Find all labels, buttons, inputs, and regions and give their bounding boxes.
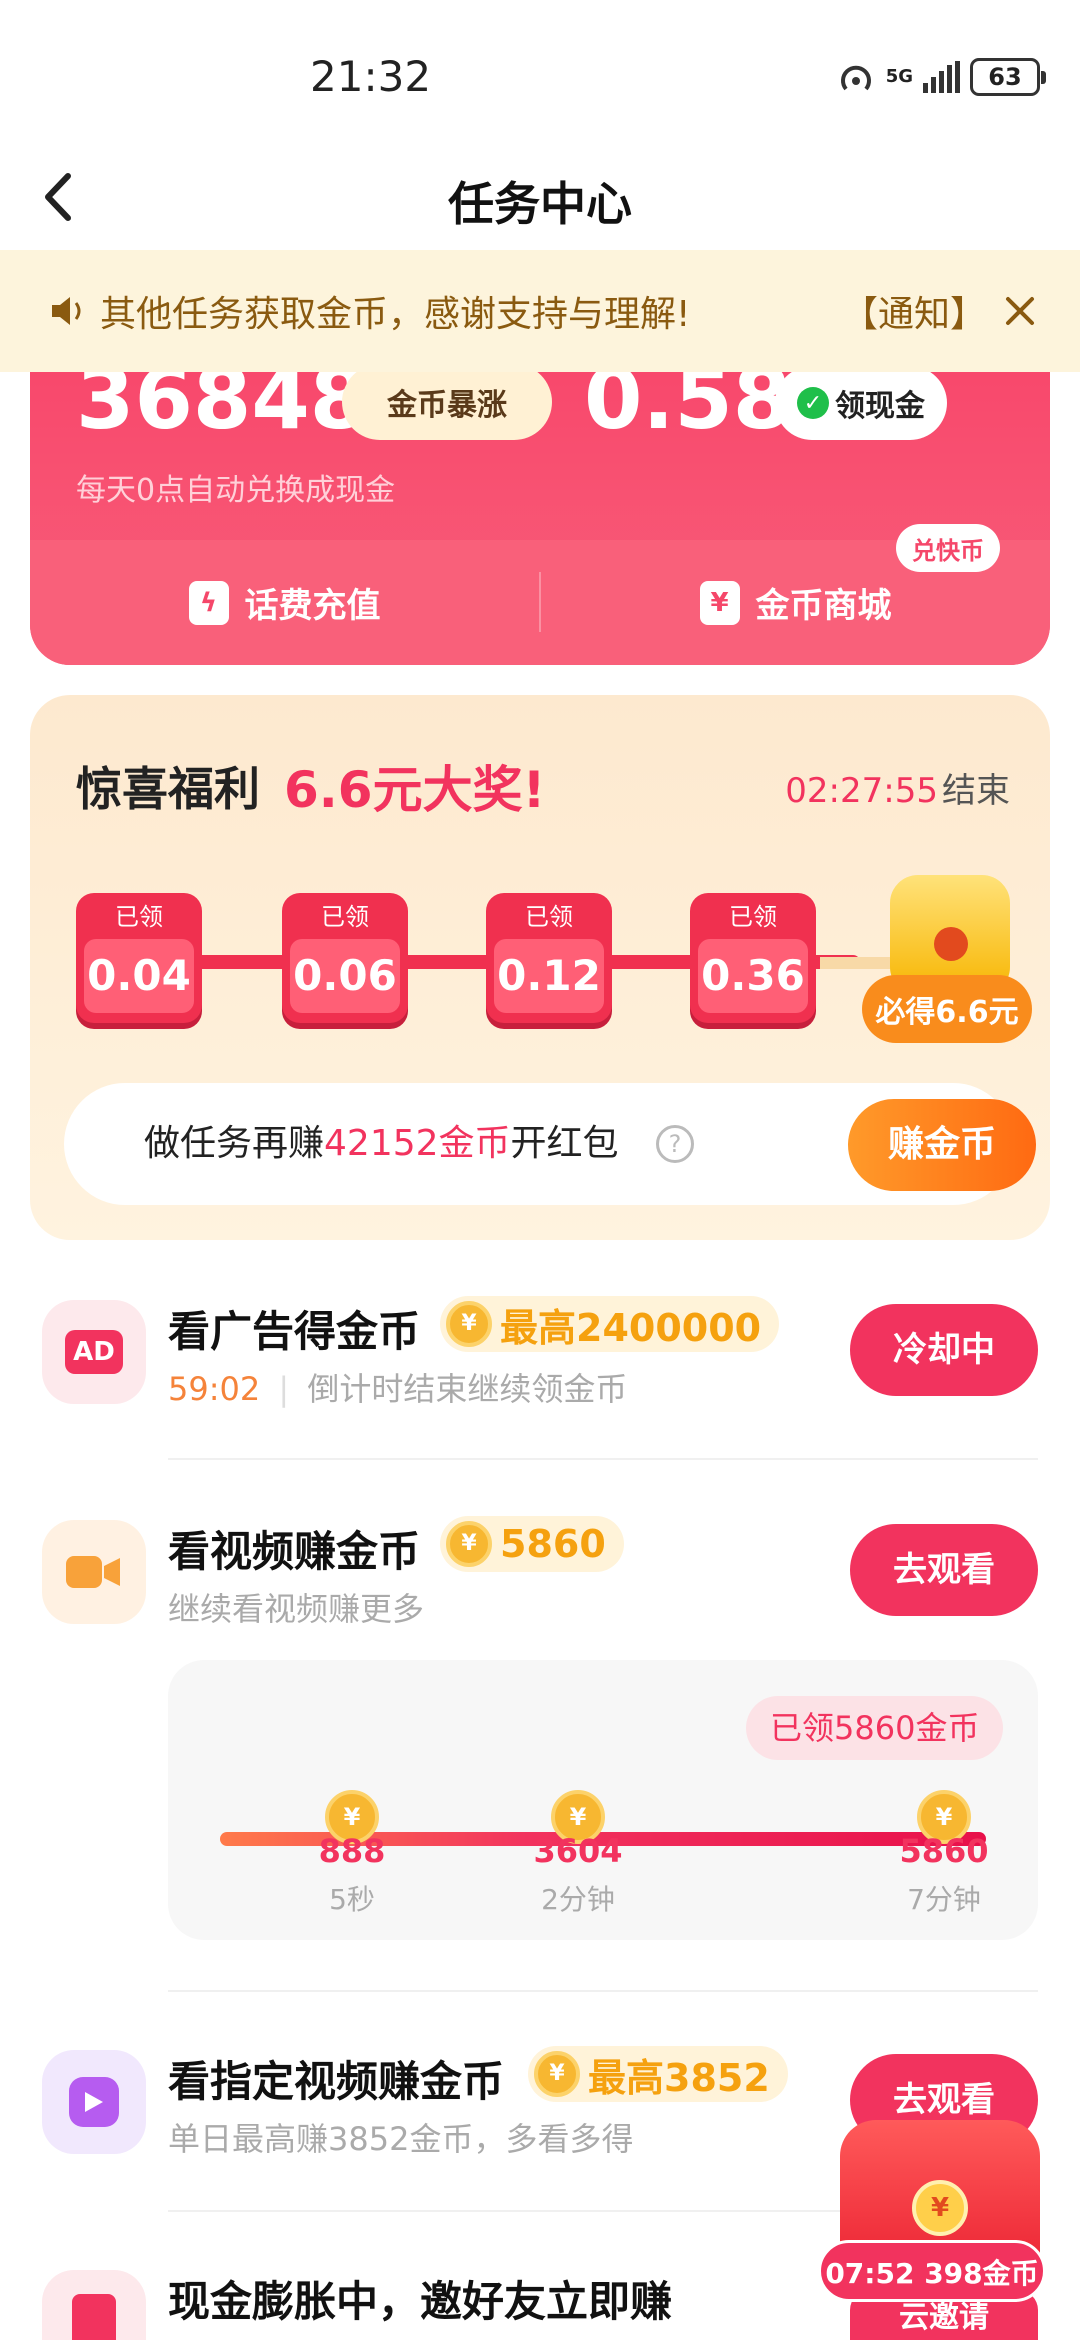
bonus-prize: 6.6元大奖! (284, 761, 546, 819)
task-subtitle: 继续看视频赚更多 (168, 1590, 425, 1628)
task-subtitle: 59:02 | 倒计时结束继续领金币 (168, 1364, 627, 1410)
help-icon[interactable]: ? (656, 1125, 694, 1163)
claimed-tag: 已领5860金币 (746, 1696, 1004, 1760)
recharge-button[interactable]: ϟ 话费充值 (30, 540, 539, 665)
task-subtitle: 单日最高赚3852金币，多看多得 (168, 2120, 634, 2158)
bonus-task-suffix: 开红包 (510, 1123, 619, 1164)
status-bar: 21:32 5G 63 (0, 0, 1080, 150)
page-title: 任务中心 (448, 177, 632, 231)
notice-banner: 其他任务获取金币，感谢支持与理解! 【通知】 (0, 250, 1080, 372)
bonus-step: 已领 0.04 (76, 893, 202, 1023)
speaker-icon (52, 297, 81, 325)
network-label: 5G (885, 66, 913, 87)
bonus-card: 惊喜福利 6.6元大奖! 02:27:55 结束 已领 0.04 已领 0.06 … (30, 695, 1050, 1240)
reward-badge: ¥ 5860 (440, 1516, 624, 1572)
bonus-step-label: 已领 (525, 903, 573, 931)
progress-node: ¥ 5860 7分钟 (884, 1790, 1004, 1918)
coin-boost-badge[interactable]: 金币暴涨 (342, 364, 552, 440)
bonus-step-value: 0.06 (290, 939, 400, 1013)
separator: | (278, 1370, 290, 1408)
bonus-timer-value: 02:27:55 (785, 771, 938, 811)
coin-icon: ¥ (534, 2051, 580, 2097)
bonus-task-prefix: 做任务再赚 (144, 1123, 325, 1164)
watch-button[interactable]: 去观看 (850, 1524, 1038, 1616)
video-camera-icon (42, 1520, 146, 1624)
signal-icon (923, 61, 960, 93)
divider (168, 1458, 1038, 1460)
recharge-label: 话费充值 (244, 586, 381, 626)
withdraw-cash-label: 领现金 (835, 389, 925, 424)
bonus-step: 已领 0.12 (486, 893, 612, 1023)
video-progress-card: 已领5860金币 ¥ 888 5秒 ¥ 3604 2分钟 ¥ 5860 7分钟 (168, 1660, 1038, 1940)
bonus-step-value: 0.12 (494, 939, 604, 1013)
withdraw-cash-button[interactable]: ✓ 领现金 (775, 366, 947, 440)
task-subtitle-text: 倒计时结束继续领金币 (307, 1370, 628, 1408)
reward-badge: ¥ 最高3852 (528, 2046, 788, 2102)
battery-icon: 63 (970, 58, 1046, 96)
lightning-icon: ϟ (188, 580, 229, 625)
bonus-title: 惊喜福利 (76, 762, 260, 816)
earn-coins-button[interactable]: 赚金币 (848, 1099, 1036, 1191)
bonus-step: 已领 0.06 (282, 893, 408, 1023)
bonus-step: 已领 0.36 (690, 893, 816, 1023)
coin-card: 36848 金币暴涨 0.58 ✓ 领现金 每天0点自动兑换成现金 ϟ 话费充值… (30, 330, 1050, 665)
bonus-task-highlight: 42152金币 (324, 1123, 511, 1164)
bonus-task-text: 做任务再赚42152金币开红包 (144, 1083, 619, 1205)
reward-badge: ¥ 最高2400000 (440, 1296, 780, 1352)
coin-mall-label: 金币商城 (755, 586, 892, 626)
hotspot-icon (840, 65, 871, 91)
coin-actions: ϟ 话费充值 ¥ 金币商城 (30, 540, 1050, 665)
battery-level: 63 (988, 63, 1022, 91)
close-icon[interactable] (1000, 291, 1040, 331)
bonus-step-label: 已领 (115, 903, 163, 931)
bonus-step-label: 已领 (321, 903, 369, 931)
lock-icon (934, 927, 968, 961)
ad-icon: AD (42, 1300, 146, 1404)
cooldown-button[interactable]: 冷却中 (850, 1304, 1038, 1396)
final-prize-tag: 必得6.6元 (862, 975, 1032, 1043)
invite-icon (42, 2270, 146, 2340)
progress-node-time: 7分钟 (907, 1883, 981, 1916)
bonus-timer: 02:27:55 结束 (785, 763, 1010, 812)
reward-value: 5860 (500, 1522, 606, 1566)
coin-subtitle: 每天0点自动兑换成现金 (76, 473, 396, 508)
reward-value: 最高3852 (588, 2055, 770, 2100)
bonus-step-label: 已领 (729, 903, 777, 931)
notice-text: 其他任务获取金币，感谢支持与理解! (100, 294, 691, 335)
red-packet-timer: 07:52 398金币 (818, 2240, 1046, 2302)
task-title: 看广告得金币 (168, 1307, 421, 1356)
divider (168, 1990, 1038, 1992)
progress-node-value: 888 (318, 1832, 386, 1870)
notice-tag[interactable]: 【通知】 (842, 285, 986, 337)
bonus-task-bar: 做任务再赚42152金币开红包 ? 赚金币 (64, 1083, 1036, 1205)
play-icon (42, 2050, 146, 2154)
nav-bar: 任务中心 (0, 150, 1080, 250)
task-title: 现金膨胀中，邀好友立即赚 (168, 2277, 673, 2326)
countdown: 59:02 (168, 1370, 261, 1408)
reward-value: 最高2400000 (500, 1305, 762, 1350)
coin-icon: ¥ (446, 1521, 492, 1567)
coin-icon: ¥ (912, 2180, 968, 2236)
check-icon: ✓ (797, 387, 829, 419)
status-icons: 5G 63 (836, 58, 1046, 96)
progress-node-time: 2分钟 (541, 1883, 615, 1916)
progress-node-value: 5860 (899, 1832, 989, 1870)
bonus-step-value: 0.36 (698, 939, 808, 1013)
kuaibi-badge: 兑快币 (896, 524, 1000, 572)
progress-node: ¥ 888 5秒 (292, 1790, 412, 1918)
progress-node: ¥ 3604 2分钟 (518, 1790, 638, 1918)
task-title: 看指定视频赚金币 (168, 2057, 505, 2106)
bonus-timer-suffix: 结束 (942, 771, 1010, 811)
coin-icon: ¥ (446, 1301, 492, 1347)
ticket-icon: ¥ (699, 580, 740, 625)
progress-node-time: 5秒 (329, 1883, 375, 1916)
progress-node-value: 3604 (533, 1832, 623, 1870)
task-title: 看视频赚金币 (168, 1527, 421, 1576)
bonus-step-value: 0.04 (84, 939, 194, 1013)
ad-icon-label: AD (65, 1330, 123, 1374)
status-time: 21:32 (310, 52, 432, 101)
